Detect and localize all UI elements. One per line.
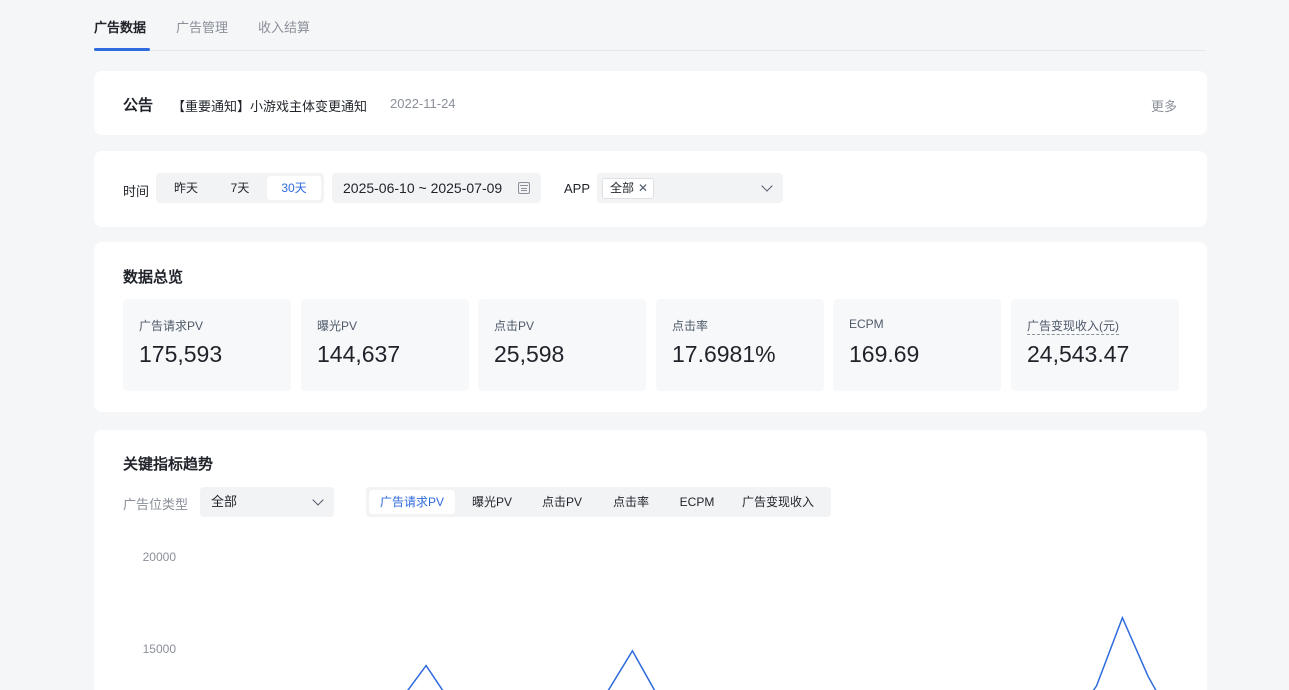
chevron-down-icon (761, 180, 773, 192)
time-range-segment: 昨天 7天 30天 (156, 173, 324, 203)
trend-chart: 20000 15000 (143, 550, 1157, 690)
notice-title: 公告 (123, 97, 154, 114)
app-label: APP (564, 181, 591, 196)
notice-more-link[interactable]: 更多 (1151, 96, 1177, 115)
metric-label: 点击PV (494, 319, 535, 333)
metric-label: 广告请求PV (139, 319, 204, 333)
trend-card: 关键指标趋势 广告位类型 全部 广告请求PV 曝光PV 点击PV 点击率 ECP… (94, 430, 1207, 690)
metric-value: 25,598 (494, 341, 565, 367)
metric-value: 169.69 (849, 341, 920, 367)
filter-card: 时间 昨天 7天 30天 2025-06-10 ~ 2025-07-09 APP… (94, 151, 1207, 227)
active-tab-indicator (94, 48, 150, 51)
metric-label: 曝光PV (317, 319, 358, 333)
y-tick-label: 15000 (143, 642, 177, 656)
series-line (407, 615, 1157, 690)
notice-date: 2022-11-24 (390, 96, 456, 111)
time-option-yesterday[interactable]: 昨天 (159, 176, 213, 200)
metric-label: 点击率 (672, 319, 709, 333)
app-tag-label: 全部 (610, 181, 635, 195)
notice-card: 公告 【重要通知】小游戏主体变更通知 2022-11-24 更多 (94, 71, 1207, 135)
top-tabs: 广告数据 广告管理 收入结算 (94, 0, 1206, 51)
time-option-7-days[interactable]: 7天 (213, 176, 267, 200)
y-tick-label: 20000 (143, 550, 177, 564)
metric-value: 175,593 (139, 341, 223, 367)
close-icon[interactable]: ✕ (638, 181, 648, 195)
metric-card-revenue: 广告变现收入(元) 24,543.47 (1011, 299, 1179, 391)
metric-card-ecpm: ECPM 169.69 (833, 299, 1001, 391)
date-range-picker[interactable]: 2025-06-10 ~ 2025-07-09 (332, 173, 541, 203)
metric-card-click-rate: 点击率 17.6981% (656, 299, 824, 391)
metric-value: 24,543.47 (1027, 341, 1130, 367)
notice-link[interactable]: 【重要通知】小游戏主体变更通知 (172, 96, 367, 115)
app-select[interactable]: 全部 ✕ (597, 173, 783, 203)
tab-income-settlement[interactable]: 收入结算 (258, 17, 310, 36)
tab-ad-management[interactable]: 广告管理 (176, 17, 228, 36)
time-option-30-days[interactable]: 30天 (267, 176, 321, 200)
tab-ad-data[interactable]: 广告数据 (94, 17, 146, 36)
time-label: 时间 (123, 184, 150, 199)
metric-card-exposure-pv: 曝光PV 144,637 (301, 299, 469, 391)
metric-card-request-pv: 广告请求PV 175,593 (123, 299, 291, 391)
overview-card: 数据总览 广告请求PV 175,593 曝光PV 144,637 点击PV 25… (94, 242, 1207, 412)
date-range-value: 2025-06-10 ~ 2025-07-09 (343, 180, 503, 196)
y-axis-ticks: 20000 15000 (143, 550, 177, 656)
metric-label: ECPM (849, 317, 884, 331)
app-tag-all: 全部 ✕ (602, 178, 655, 199)
metric-value: 17.6981% (672, 341, 776, 367)
metric-card-click-pv: 点击PV 25,598 (478, 299, 646, 391)
overview-title: 数据总览 (123, 269, 184, 286)
metric-label[interactable]: 广告变现收入(元) (1027, 317, 1119, 335)
calendar-icon (518, 182, 530, 194)
metric-value: 144,637 (317, 341, 401, 367)
